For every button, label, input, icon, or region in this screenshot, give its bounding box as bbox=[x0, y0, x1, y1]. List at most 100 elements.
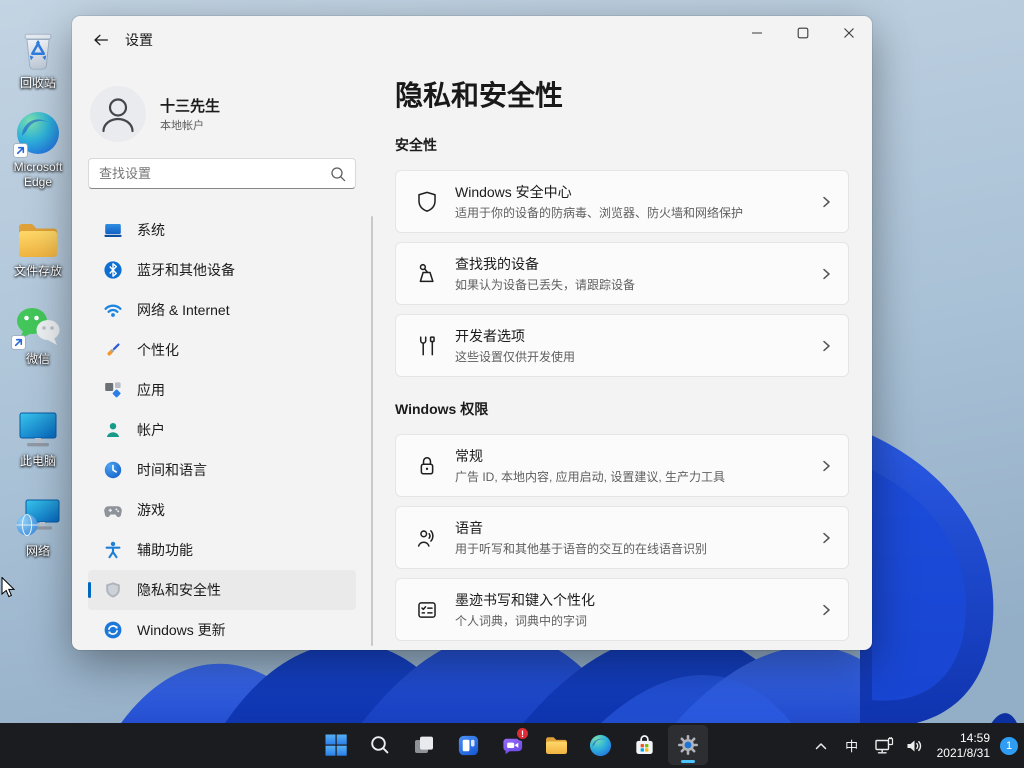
card-title: 查找我的设备 bbox=[455, 254, 635, 274]
sidebar-item-label: 时间和语言 bbox=[137, 460, 207, 480]
desktop-icon-label: 微信 bbox=[26, 352, 50, 367]
card-find-my-device[interactable]: 查找我的设备 如果认为设备已丢失，请跟踪设备 bbox=[395, 242, 849, 305]
desktop-icon-label: 回收站 bbox=[20, 76, 56, 91]
store-button[interactable] bbox=[624, 725, 664, 765]
desktop-icon-label: Microsoft Edge bbox=[3, 160, 73, 190]
card-speech[interactable]: 语音 用于听写和其他基于语音的交互的在线语音识别 bbox=[395, 506, 849, 569]
sidebar-item-accessibility[interactable]: 辅助功能 bbox=[88, 530, 356, 570]
desktop-icon-recycle-bin[interactable]: 回收站 bbox=[3, 24, 73, 91]
account-type: 本地帐户 bbox=[160, 117, 204, 133]
chevron-right-icon bbox=[818, 602, 834, 618]
apps-icon bbox=[103, 380, 123, 400]
desktop: 回收站 Microsoft Edge 文件存放 bbox=[0, 0, 1024, 768]
wifi-icon bbox=[103, 300, 123, 320]
card-desc: 如果认为设备已丢失，请跟踪设备 bbox=[455, 276, 635, 293]
sidebar-item-network-internet[interactable]: 网络 & Internet bbox=[88, 290, 356, 330]
active-app-indicator bbox=[681, 760, 695, 763]
gear-icon bbox=[675, 732, 701, 758]
tray-time: 14:59 bbox=[937, 731, 990, 746]
clock[interactable]: 14:59 2021/8/31 bbox=[937, 731, 990, 761]
search-input[interactable] bbox=[99, 159, 319, 188]
notification-badge[interactable]: 1 bbox=[1000, 737, 1018, 755]
shortcut-arrow-icon bbox=[11, 335, 26, 350]
accounts-icon bbox=[103, 420, 123, 440]
personalization-icon bbox=[103, 340, 123, 360]
ime-label: 中 bbox=[839, 736, 865, 755]
sidebar-item-personalization[interactable]: 个性化 bbox=[88, 330, 356, 370]
hidden-icons-chevron[interactable] bbox=[807, 727, 835, 765]
chat-button[interactable]: ! bbox=[492, 725, 532, 765]
file-explorer-button[interactable] bbox=[536, 725, 576, 765]
sidebar-item-bluetooth[interactable]: 蓝牙和其他设备 bbox=[88, 250, 356, 290]
task-view-icon bbox=[412, 733, 436, 757]
task-view-button[interactable] bbox=[404, 725, 444, 765]
folder-icon bbox=[14, 212, 62, 262]
sidebar-item-accounts[interactable]: 帐户 bbox=[88, 410, 356, 450]
minimize-button[interactable] bbox=[734, 16, 780, 50]
desktop-icon-wechat[interactable]: 微信 bbox=[3, 300, 73, 367]
desktop-icon-this-pc[interactable]: 此电脑 bbox=[3, 402, 73, 469]
page-title: 隐私和安全性 bbox=[395, 74, 563, 114]
desktop-icon-label: 此电脑 bbox=[20, 454, 56, 469]
chevron-right-icon bbox=[818, 458, 834, 474]
sidebar-item-gaming[interactable]: 游戏 bbox=[88, 490, 356, 530]
chevron-right-icon bbox=[818, 530, 834, 546]
sidebar-item-label: 隐私和安全性 bbox=[137, 580, 221, 600]
selected-indicator bbox=[88, 582, 91, 598]
bluetooth-icon bbox=[103, 260, 123, 280]
card-desc: 这些设置仅供开发使用 bbox=[455, 348, 575, 365]
shortcut-arrow-icon bbox=[13, 143, 28, 158]
avatar bbox=[90, 86, 146, 142]
network-tray-icon[interactable] bbox=[869, 727, 899, 765]
card-windows-security[interactable]: Windows 安全中心 适用于你的设备的防病毒、浏览器、防火墙和网络保护 bbox=[395, 170, 849, 233]
card-general[interactable]: 常规 广告 ID, 本地内容, 应用启动, 设置建议, 生产力工具 bbox=[395, 434, 849, 497]
desktop-icon-network[interactable]: 网络 bbox=[3, 492, 73, 559]
card-desc: 广告 ID, 本地内容, 应用启动, 设置建议, 生产力工具 bbox=[455, 468, 725, 485]
this-pc-icon bbox=[14, 402, 62, 452]
shield-outline-icon bbox=[414, 189, 440, 215]
sidebar-item-windows-update[interactable]: Windows 更新 bbox=[88, 610, 356, 650]
widgets-icon bbox=[456, 733, 481, 758]
widgets-button[interactable] bbox=[448, 725, 488, 765]
card-title: Windows 安全中心 bbox=[455, 182, 743, 202]
sidebar-item-system[interactable]: 系统 bbox=[88, 210, 356, 250]
lock-icon bbox=[414, 453, 440, 479]
ime-indicator[interactable]: 中 bbox=[835, 727, 869, 765]
card-desc: 适用于你的设备的防病毒、浏览器、防火墙和网络保护 bbox=[455, 204, 743, 221]
sidebar-item-privacy-security[interactable]: 隐私和安全性 bbox=[88, 570, 356, 610]
settings-button[interactable] bbox=[668, 725, 708, 765]
developer-tools-icon bbox=[414, 333, 440, 359]
sidebar-scrollbar[interactable] bbox=[371, 216, 373, 646]
edge-button[interactable] bbox=[580, 725, 620, 765]
sidebar-item-apps[interactable]: 应用 bbox=[88, 370, 356, 410]
maximize-button[interactable] bbox=[780, 16, 826, 50]
ink-typing-icon bbox=[414, 597, 440, 623]
card-developer-options[interactable]: 开发者选项 这些设置仅供开发使用 bbox=[395, 314, 849, 377]
sidebar-item-time-language[interactable]: 时间和语言 bbox=[88, 450, 356, 490]
settings-window: 设置 十三先生 本地帐户 bbox=[72, 16, 872, 650]
folder-icon bbox=[543, 732, 569, 758]
search-icon bbox=[329, 165, 347, 183]
chat-alert-badge: ! bbox=[515, 726, 530, 741]
accessibility-icon bbox=[103, 540, 123, 560]
time-language-icon bbox=[103, 460, 123, 480]
close-button[interactable] bbox=[826, 16, 872, 50]
windows-update-icon bbox=[103, 620, 123, 640]
card-inking-typing[interactable]: 墨迹书写和键入个性化 个人词典，词典中的字词 bbox=[395, 578, 849, 641]
window-title: 设置 bbox=[125, 30, 153, 50]
desktop-icon-label: 网络 bbox=[26, 544, 50, 559]
taskbar-search-button[interactable] bbox=[360, 725, 400, 765]
start-button[interactable] bbox=[316, 725, 356, 765]
search-icon bbox=[368, 733, 392, 757]
tray-date: 2021/8/31 bbox=[937, 746, 990, 761]
volume-tray-icon[interactable] bbox=[899, 727, 929, 765]
back-button[interactable] bbox=[86, 25, 116, 55]
desktop-icon-edge[interactable]: Microsoft Edge bbox=[3, 108, 73, 190]
edge-icon bbox=[15, 108, 61, 158]
sidebar-item-label: 帐户 bbox=[137, 420, 165, 440]
desktop-icon-label: 文件存放 bbox=[14, 264, 62, 279]
desktop-icon-folder[interactable]: 文件存放 bbox=[3, 212, 73, 279]
user-profile[interactable]: 十三先生 本地帐户 bbox=[90, 86, 370, 146]
gaming-icon bbox=[103, 500, 123, 520]
recycle-bin-icon bbox=[15, 24, 61, 74]
